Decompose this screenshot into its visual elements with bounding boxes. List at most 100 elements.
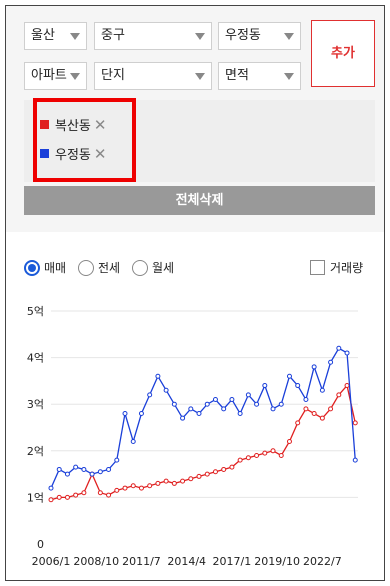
- data-point: [114, 487, 120, 493]
- data-point: [352, 457, 358, 463]
- add-button[interactable]: 추가: [311, 20, 375, 87]
- chevron-down-icon: [195, 73, 205, 80]
- region-select[interactable]: 울산: [24, 22, 87, 50]
- radio-circle: [78, 260, 94, 276]
- data-point: [97, 469, 103, 475]
- data-point: [262, 450, 268, 456]
- data-point: [311, 411, 317, 417]
- data-point: [56, 494, 62, 500]
- data-point: [286, 373, 292, 379]
- chart-options: 매매 전세 월세 거래량: [6, 258, 384, 280]
- data-point: [303, 406, 309, 412]
- chevron-down-icon: [195, 33, 205, 40]
- property-type-value: 아파트: [31, 68, 67, 83]
- area-select-value: 면적: [225, 68, 249, 83]
- clear-all-button[interactable]: 전체삭제: [24, 186, 375, 215]
- data-point: [254, 452, 260, 458]
- y-tick-label: 4억: [27, 352, 44, 365]
- data-point: [196, 473, 202, 479]
- radio-sale-label: 매매: [44, 261, 67, 275]
- chevron-down-icon: [284, 73, 294, 80]
- x-tick-label: 2022/7: [303, 555, 342, 568]
- y-tick-label: 0: [37, 538, 44, 551]
- data-point: [237, 411, 243, 417]
- dong-select-value: 우정동: [225, 28, 261, 43]
- data-point: [221, 466, 227, 472]
- district-select-value: 중구: [101, 28, 125, 43]
- radio-jeonse[interactable]: 전세: [78, 259, 120, 277]
- radio-monthly-label: 월세: [152, 261, 175, 275]
- data-point: [97, 490, 103, 496]
- complex-select[interactable]: 단지: [94, 62, 212, 90]
- data-point: [48, 485, 54, 491]
- volume-checkbox-label: 거래량: [330, 261, 364, 275]
- data-point: [270, 406, 276, 412]
- data-point: [171, 480, 177, 486]
- data-point: [163, 387, 169, 393]
- data-point: [147, 392, 153, 398]
- data-point: [295, 383, 301, 389]
- data-point: [328, 406, 334, 412]
- data-point: [48, 497, 54, 503]
- area-select[interactable]: 면적: [218, 62, 301, 90]
- data-point: [229, 397, 235, 403]
- data-point: [130, 438, 136, 444]
- volume-checkbox[interactable]: 거래량: [310, 259, 363, 277]
- data-point: [311, 364, 317, 370]
- data-point: [196, 411, 202, 417]
- radio-jeonse-label: 전세: [98, 261, 121, 275]
- x-tick-label: 2014/4: [167, 555, 206, 568]
- radio-sale[interactable]: 매매: [24, 259, 66, 277]
- y-tick-label: 2억: [27, 445, 44, 458]
- property-type-select[interactable]: 아파트: [24, 62, 87, 90]
- data-point: [270, 448, 276, 454]
- series-line-1: [50, 384, 356, 501]
- y-tick-label: 3억: [27, 398, 44, 411]
- data-point: [204, 401, 210, 407]
- data-point: [180, 478, 186, 484]
- data-point: [212, 469, 218, 475]
- data-point: [319, 415, 325, 421]
- data-point: [163, 478, 169, 484]
- y-tick-label: 5억: [27, 305, 44, 318]
- radio-monthly[interactable]: 월세: [132, 259, 174, 277]
- data-point: [81, 490, 87, 496]
- data-point: [262, 383, 268, 389]
- data-point: [245, 392, 251, 398]
- data-point: [336, 345, 342, 351]
- data-point: [56, 466, 62, 472]
- x-tick-label: 2008/10: [73, 555, 119, 568]
- region-select-value: 울산: [31, 28, 55, 43]
- radio-circle: [24, 260, 40, 276]
- x-tick-label: 2006/1: [32, 555, 71, 568]
- data-point: [344, 350, 350, 356]
- y-tick-label: 1억: [27, 491, 44, 504]
- price-chart: 0 1억 2억 3억 4억 5억 2006/1 2008/10 2011/7 2014/4 2017…: [27, 305, 358, 568]
- data-point: [155, 373, 161, 379]
- data-point: [171, 401, 177, 407]
- data-point: [81, 466, 87, 472]
- data-point: [138, 485, 144, 491]
- x-tick-label: 2011/7: [122, 555, 161, 568]
- district-select[interactable]: 중구: [94, 22, 212, 50]
- data-point: [188, 406, 194, 412]
- chevron-down-icon: [70, 33, 80, 40]
- data-point: [89, 471, 95, 477]
- data-point: [122, 411, 128, 417]
- data-point: [336, 392, 342, 398]
- data-point: [106, 466, 112, 472]
- data-point: [352, 420, 358, 426]
- data-point: [180, 415, 186, 421]
- data-point: [319, 387, 325, 393]
- data-point: [138, 411, 144, 417]
- data-point: [106, 492, 112, 498]
- data-point: [303, 397, 309, 403]
- dong-select[interactable]: 우정동: [218, 22, 301, 50]
- data-point: [237, 457, 243, 463]
- x-tick-label: 2019/10: [254, 555, 300, 568]
- chevron-down-icon: [70, 73, 80, 80]
- chevron-down-icon: [284, 33, 294, 40]
- data-point: [344, 383, 350, 389]
- data-point: [64, 494, 70, 500]
- data-point: [286, 438, 292, 444]
